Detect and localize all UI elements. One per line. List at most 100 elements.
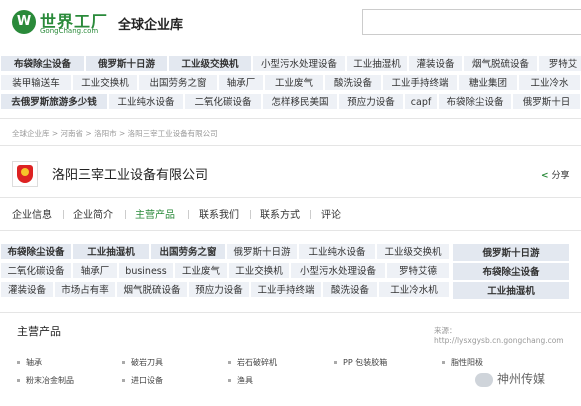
keyword-link[interactable]: 烟气脱硫设备	[116, 281, 188, 298]
bullet-icon	[122, 361, 125, 364]
keyword-link[interactable]: 二氧化碳设备	[0, 262, 72, 279]
logo-icon[interactable]: W	[12, 10, 36, 34]
tab-products[interactable]: 主营产品	[135, 206, 175, 221]
keyword-link[interactable]: 罗特艾德	[386, 262, 450, 279]
source-link[interactable]: 来源：http://lysxgysb.cn.gongchang.com	[434, 325, 581, 345]
product-label: 脂性阳极	[451, 358, 483, 367]
keyword-link[interactable]: 灌装设备	[0, 281, 54, 298]
keyword-link[interactable]: 工业抽湿机	[346, 55, 408, 72]
keyword-link[interactable]: 工业纯水设备	[108, 93, 184, 110]
tab-divider	[310, 210, 311, 219]
keyword-link[interactable]: 工业手持终端	[382, 74, 458, 91]
keyword-link[interactable]: 怎样移民美国	[262, 93, 338, 110]
keyword-link[interactable]: 罗特艾	[538, 55, 581, 72]
tab-intro[interactable]: 企业简介	[73, 206, 113, 221]
keyword-link[interactable]: 工业交换机	[72, 74, 138, 91]
keyword-row-3: 去俄罗斯旅游多少钱 工业纯水设备 二氧化碳设备 怎样移民美国 预应力设备 cap…	[0, 93, 581, 112]
tab-divider	[63, 210, 64, 219]
bullet-icon	[17, 379, 20, 382]
keyword-link[interactable]: 酸洗设备	[324, 74, 382, 91]
section-title: 主营产品	[17, 325, 61, 338]
tab-divider	[188, 210, 189, 219]
keyword-link[interactable]: 布袋除尘设备	[452, 262, 570, 281]
product-item[interactable]: 脂性阳极	[442, 357, 483, 368]
company-name: 洛阳三宰工业设备有限公司	[52, 168, 209, 183]
wechat-icon	[475, 372, 493, 387]
product-label: 破岩刀具	[131, 358, 163, 367]
divider	[0, 230, 581, 231]
keyword-link[interactable]: 工业交换机	[228, 262, 290, 279]
breadcrumb[interactable]: 全球企业库 > 河南省 > 洛阳市 > 洛阳三宰工业设备有限公司	[12, 128, 218, 139]
keyword-link[interactable]: 俄罗斯十日游	[452, 243, 570, 262]
side-keywords: 俄罗斯十日游 布袋除尘设备 工业抽湿机	[452, 243, 570, 300]
tab-contact[interactable]: 联系方式	[260, 206, 300, 221]
share-icon: <	[541, 171, 549, 181]
keyword-link[interactable]: 预应力设备	[338, 93, 404, 110]
tab-divider	[125, 210, 126, 219]
keyword-link[interactable]: business	[118, 262, 174, 279]
keyword-link[interactable]: 轴承厂	[72, 262, 118, 279]
tab-comments[interactable]: 评论	[321, 206, 341, 221]
keyword-link[interactable]: 工业纯水设备	[298, 243, 376, 260]
keyword-link[interactable]: 俄罗斯十日	[512, 93, 581, 110]
keyword-link[interactable]: 工业级交换机	[168, 55, 252, 72]
product-item[interactable]: 粉末冶金制品	[17, 375, 74, 386]
keyword-row-2: 装甲输送车 工业交换机 出国劳务之窗 轴承厂 工业废气 酸洗设备 工业手持终端 …	[0, 74, 581, 93]
keyword-link[interactable]: 出国劳务之窗	[150, 243, 226, 260]
keyword-link[interactable]: 装甲输送车	[0, 74, 72, 91]
share-button[interactable]: < 分享	[541, 168, 570, 181]
keyword-row-6: 灌装设备 市场占有率 烟气脱硫设备 预应力设备 工业手持终端 酸洗设备 工业冷水…	[0, 281, 450, 300]
keyword-link[interactable]: 工业冷水机	[378, 281, 450, 298]
tab-info[interactable]: 企业信息	[12, 206, 52, 221]
divider	[0, 145, 581, 146]
tab-divider	[250, 210, 251, 219]
product-item[interactable]: 渔具	[228, 375, 253, 386]
product-label: 岩石破碎机	[237, 358, 277, 367]
product-item[interactable]: 岩石破碎机	[228, 357, 277, 368]
keyword-link[interactable]: 灌装设备	[408, 55, 463, 72]
keyword-link[interactable]: 轴承厂	[218, 74, 264, 91]
keyword-link[interactable]: 布袋除尘设备	[0, 55, 85, 72]
keyword-link[interactable]: 小型污水处理设备	[290, 262, 386, 279]
product-label: 轴承	[26, 358, 42, 367]
keyword-link[interactable]: 工业抽湿机	[72, 243, 150, 260]
keyword-link[interactable]: 工业冷水	[518, 74, 581, 91]
divider	[0, 118, 581, 119]
product-item[interactable]: 进口设备	[122, 375, 163, 386]
divider	[0, 197, 581, 198]
keyword-link[interactable]: 俄罗斯十日游	[226, 243, 298, 260]
keyword-link[interactable]: 工业级交换机	[376, 243, 450, 260]
keyword-link[interactable]: 工业手持终端	[250, 281, 322, 298]
keyword-link[interactable]: 去俄罗斯旅游多少钱	[0, 93, 108, 110]
divider	[0, 312, 581, 313]
keyword-link[interactable]: 布袋除尘设备	[0, 243, 72, 260]
keyword-link[interactable]: 预应力设备	[188, 281, 250, 298]
keyword-link[interactable]: 小型污水处理设备	[252, 55, 346, 72]
product-label: 粉末冶金制品	[26, 376, 74, 385]
search-input[interactable]	[362, 9, 581, 35]
bullet-icon	[334, 361, 337, 364]
keyword-link[interactable]: 俄罗斯十日游	[85, 55, 168, 72]
keyword-link[interactable]: 二氧化碳设备	[184, 93, 262, 110]
keyword-link[interactable]: 工业抽湿机	[452, 281, 570, 300]
keyword-link[interactable]: 出国劳务之窗	[138, 74, 218, 91]
keyword-link[interactable]: 布袋除尘设备	[438, 93, 512, 110]
keyword-row-1: 布袋除尘设备 俄罗斯十日游 工业级交换机 小型污水处理设备 工业抽湿机 灌装设备…	[0, 55, 581, 74]
bullet-icon	[228, 379, 231, 382]
product-item[interactable]: PP 包装胶箱	[334, 357, 387, 368]
product-item[interactable]: 破岩刀具	[122, 357, 163, 368]
logo-subtitle: GongChang.com	[40, 27, 99, 35]
company-logo	[12, 161, 38, 187]
keyword-link[interactable]: 糖业集团	[458, 74, 518, 91]
keyword-link[interactable]: 工业废气	[264, 74, 324, 91]
keyword-row-5: 二氧化碳设备 轴承厂 business 工业废气 工业交换机 小型污水处理设备 …	[0, 262, 450, 281]
bullet-icon	[442, 361, 445, 364]
keyword-link[interactable]: capf	[404, 93, 438, 110]
product-item[interactable]: 轴承	[17, 357, 42, 368]
keyword-link[interactable]: 烟气脱硫设备	[463, 55, 538, 72]
keyword-link[interactable]: 酸洗设备	[322, 281, 378, 298]
keyword-link[interactable]: 工业废气	[174, 262, 228, 279]
keyword-link[interactable]: 市场占有率	[54, 281, 116, 298]
tab-contact-us[interactable]: 联系我们	[199, 206, 239, 221]
share-label: 分享	[551, 171, 570, 181]
